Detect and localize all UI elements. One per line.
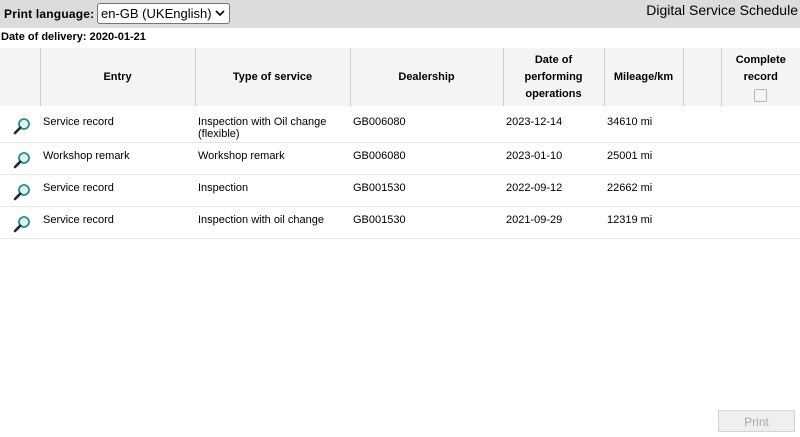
row-type: Inspection (195, 174, 350, 207)
magnifier-icon[interactable] (13, 117, 31, 135)
row-view-cell[interactable] (0, 142, 40, 175)
row-dealership: GB006080 (350, 142, 503, 175)
row-view-cell[interactable] (0, 206, 40, 239)
magnifier-icon[interactable] (13, 215, 31, 233)
row-entry: Service record (40, 206, 195, 239)
magnifier-icon[interactable] (13, 183, 31, 201)
row-spacer (683, 206, 721, 239)
table-header-row: Entry Type of service Dealership Date of… (0, 48, 800, 106)
header-spacer (682, 48, 721, 106)
row-date: 2021-09-29 (503, 206, 604, 239)
row-complete (721, 174, 800, 207)
row-spacer (683, 174, 721, 207)
row-complete (721, 106, 800, 143)
row-mileage: 22662 mi (604, 174, 683, 207)
header-date: Date of performing operations (502, 48, 604, 106)
row-dealership: GB006080 (350, 106, 503, 143)
print-language-label: Print language: (4, 7, 95, 21)
row-view-cell[interactable] (0, 106, 40, 143)
table-row[interactable]: Service record Inspection with Oil chang… (0, 106, 800, 143)
row-view-cell[interactable] (0, 174, 40, 207)
row-dealership: GB001530 (350, 174, 503, 207)
row-mileage: 12319 mi (604, 206, 683, 239)
row-mileage: 34610 mi (604, 106, 683, 143)
complete-record-checkbox[interactable] (754, 89, 768, 102)
header-dealership: Dealership (349, 48, 503, 106)
table-row[interactable]: Workshop remark Workshop remark GB006080… (0, 142, 800, 175)
header-mileage: Mileage/km (603, 48, 683, 106)
header-entry: Entry (39, 48, 195, 106)
app-title: Digital Service Schedule (646, 2, 798, 18)
row-type: Workshop remark (195, 142, 350, 175)
table-row[interactable]: Service record Inspection GB001530 2022-… (0, 174, 800, 207)
table-row[interactable]: Service record Inspection with oil chang… (0, 206, 800, 239)
row-complete (721, 206, 800, 239)
row-entry: Service record (40, 174, 195, 207)
row-entry: Workshop remark (40, 142, 195, 175)
row-dealership: GB001530 (350, 206, 503, 239)
print-button[interactable]: Print (718, 410, 795, 432)
magnifier-icon[interactable] (13, 151, 31, 169)
delivery-date: Date of delivery: 2020-01-21 (1, 31, 146, 43)
top-toolbar: Print language: en-GB (UKEnglish) Digita… (0, 0, 800, 28)
row-type: Inspection with Oil change (flexible) (195, 106, 350, 143)
row-date: 2023-01-10 (503, 142, 604, 175)
complete-record-label: Complete record (735, 54, 786, 83)
row-spacer (683, 142, 721, 175)
row-complete (721, 142, 800, 175)
service-records-table: Entry Type of service Dealership Date of… (0, 48, 800, 239)
header-icon-column (0, 48, 40, 106)
chevron-down-icon (215, 10, 225, 17)
row-mileage: 25001 mi (604, 142, 683, 175)
row-type: Inspection with oil change (195, 206, 350, 239)
header-type-of-service: Type of service (194, 48, 350, 106)
row-spacer (683, 106, 721, 143)
print-language-select[interactable]: en-GB (UKEnglish) (97, 3, 230, 24)
row-entry: Service record (40, 106, 195, 143)
row-date: 2023-12-14 (503, 106, 604, 143)
row-date: 2022-09-12 (503, 174, 604, 207)
header-complete-record: Complete record (720, 48, 800, 106)
print-language-value: en-GB (UKEnglish) (101, 6, 212, 21)
